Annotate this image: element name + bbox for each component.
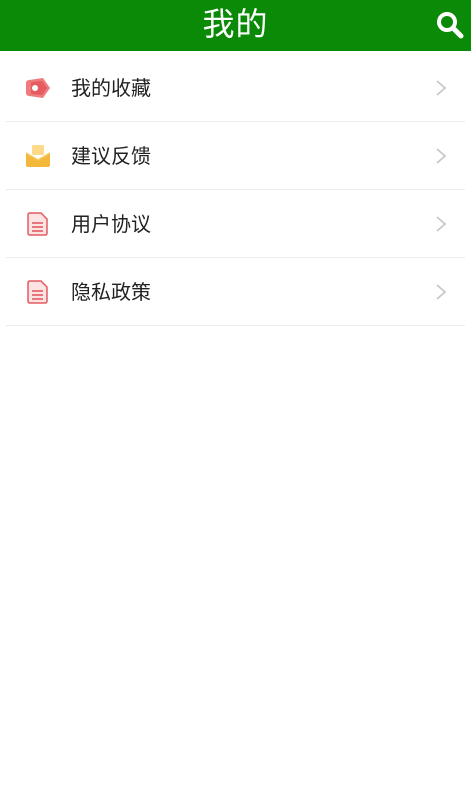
menu-item-label: 我的收藏 xyxy=(71,76,151,100)
chevron-right-icon xyxy=(436,284,447,300)
envelope-icon xyxy=(25,144,51,168)
chevron-right-icon xyxy=(436,80,447,96)
chevron-right-icon xyxy=(436,216,447,232)
my-page: 我的 我的收藏 建议反馈 用户协议 隐私政策 xyxy=(0,0,471,806)
menu-item-user-agreement[interactable]: 用户协议 xyxy=(0,190,471,258)
menu-item-privacy-policy[interactable]: 隐私政策 xyxy=(0,258,471,326)
favorite-tag-icon xyxy=(25,76,51,100)
document-icon xyxy=(25,280,51,304)
menu-item-label: 用户协议 xyxy=(71,212,151,236)
search-button[interactable] xyxy=(431,6,469,44)
chevron-right-icon xyxy=(436,148,447,164)
menu-item-favorites[interactable]: 我的收藏 xyxy=(0,54,471,122)
app-header: 我的 xyxy=(0,0,471,51)
settings-menu: 我的收藏 建议反馈 用户协议 隐私政策 xyxy=(0,54,471,326)
menu-item-label: 隐私政策 xyxy=(71,280,151,304)
document-icon xyxy=(25,212,51,236)
search-icon xyxy=(437,12,464,39)
menu-item-label: 建议反馈 xyxy=(71,144,151,168)
page-title: 我的 xyxy=(202,5,269,43)
menu-item-feedback[interactable]: 建议反馈 xyxy=(0,122,471,190)
